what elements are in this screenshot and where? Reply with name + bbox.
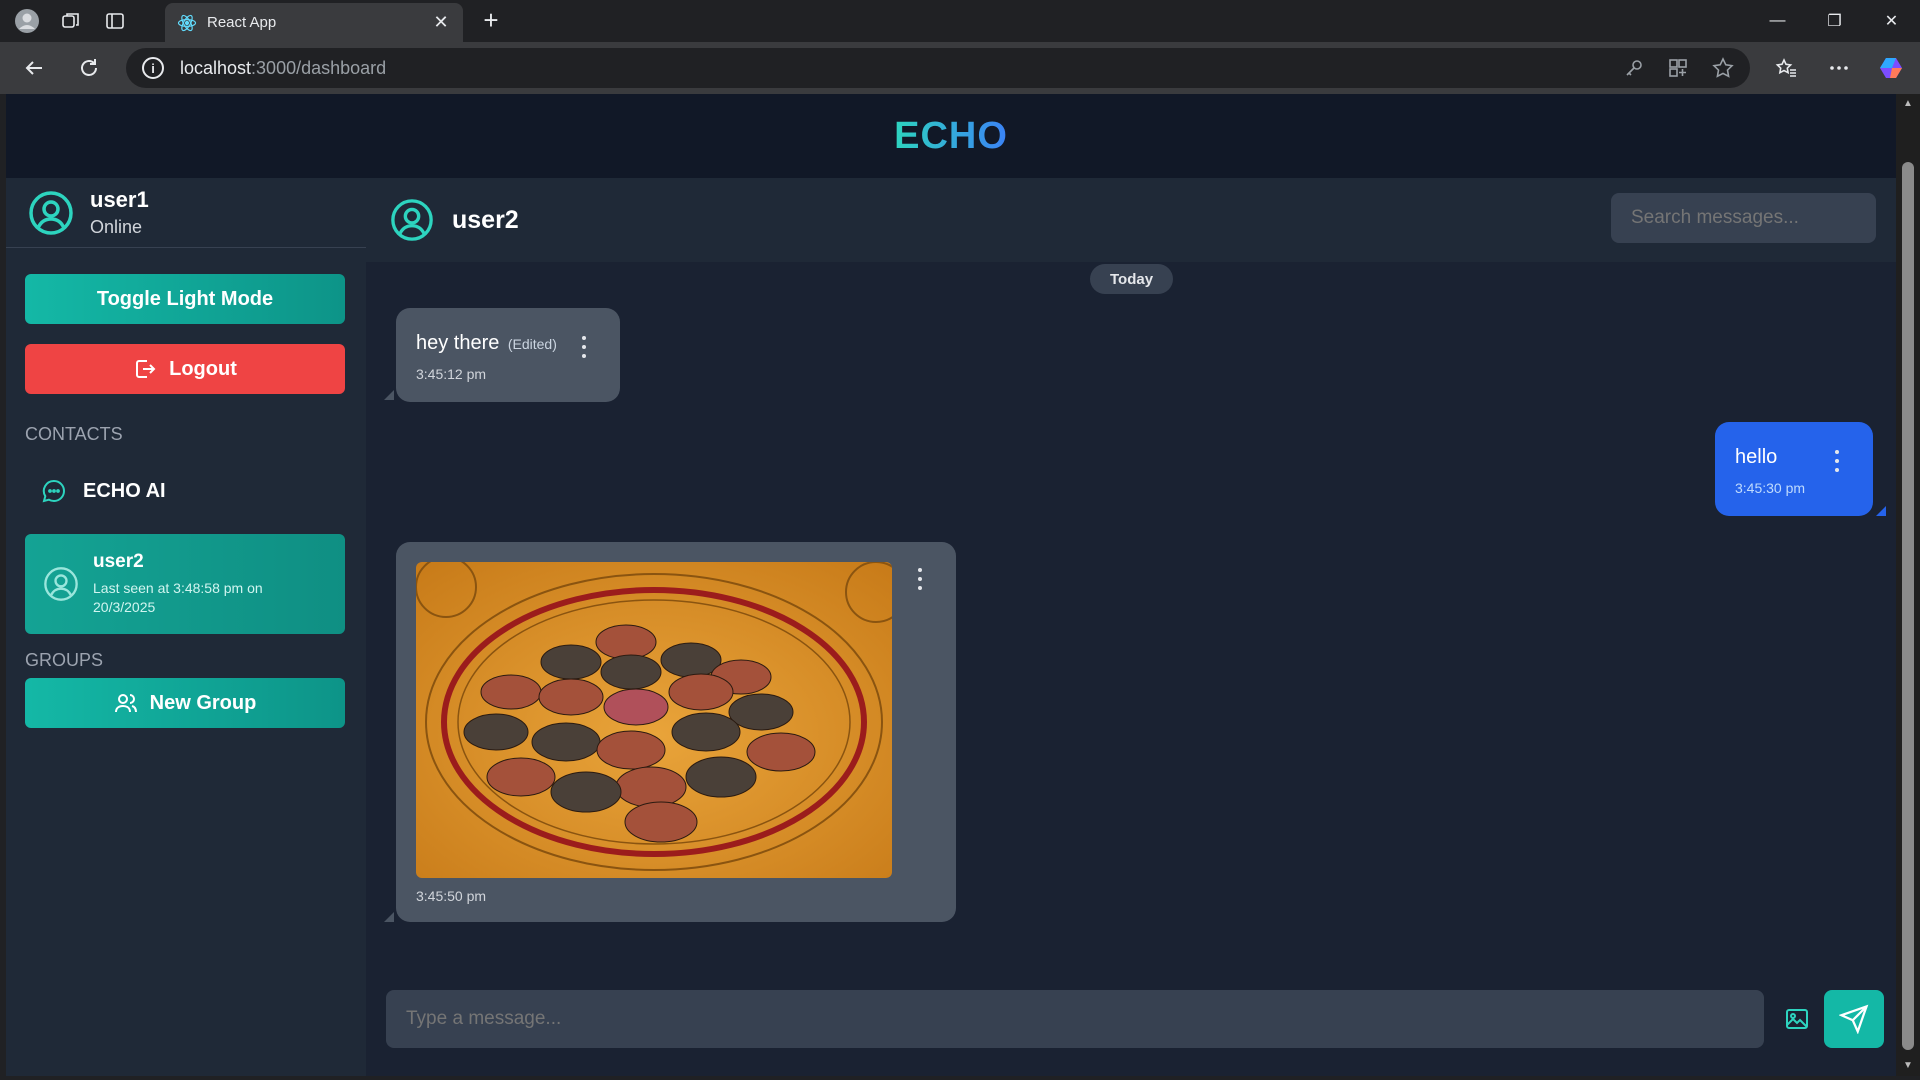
minimize-button[interactable]: — bbox=[1749, 0, 1806, 42]
restore-button[interactable]: ❐ bbox=[1806, 0, 1863, 42]
url-path: :3000/dashboard bbox=[251, 57, 387, 78]
contact-echo-ai[interactable]: ECHO AI bbox=[25, 464, 345, 518]
message-options-icon[interactable] bbox=[1834, 450, 1840, 472]
message-options-icon[interactable] bbox=[581, 336, 587, 358]
logout-icon bbox=[136, 360, 156, 378]
tab-close-icon[interactable]: ✕ bbox=[431, 12, 451, 33]
current-user-name: user1 bbox=[90, 187, 149, 212]
message-options-icon[interactable] bbox=[917, 568, 923, 590]
message-bubble-image[interactable]: 3:45:50 pm bbox=[396, 542, 956, 922]
tab-actions-icon[interactable] bbox=[100, 6, 130, 36]
message-time: 3:45:30 pm bbox=[1735, 480, 1806, 496]
more-menu-icon[interactable] bbox=[1823, 52, 1855, 84]
users-icon bbox=[114, 694, 137, 713]
scrollbar-thumb[interactable] bbox=[1902, 162, 1914, 1050]
message-input[interactable] bbox=[386, 990, 1764, 1048]
tab-title: React App bbox=[207, 14, 277, 31]
user-avatar-icon bbox=[29, 190, 73, 235]
app-install-icon[interactable] bbox=[1668, 58, 1688, 78]
date-divider: Today bbox=[1090, 264, 1174, 294]
toggle-light-mode-button[interactable]: Toggle Light Mode bbox=[25, 274, 345, 324]
groups-heading: GROUPS bbox=[25, 650, 104, 670]
logout-button[interactable]: Logout bbox=[25, 344, 345, 394]
key-icon[interactable] bbox=[1624, 58, 1644, 78]
browser-tab-bar: React App ✕ + — ❐ ✕ bbox=[0, 0, 1920, 42]
contact-avatar-icon bbox=[44, 567, 78, 601]
current-user-status: Online bbox=[90, 217, 143, 237]
bubble-tail bbox=[384, 390, 394, 400]
message-text: hello bbox=[1735, 446, 1778, 468]
sidebar: user1 Online Toggle Light Mode Logout CO… bbox=[6, 178, 366, 1076]
current-user-panel: user1 Online bbox=[6, 178, 366, 248]
toggle-light-mode-label: Toggle Light Mode bbox=[96, 287, 274, 310]
workspaces-icon[interactable] bbox=[56, 6, 86, 36]
message-bubble-incoming[interactable]: hey there (Edited) 3:45:12 pm bbox=[396, 308, 620, 402]
scroll-down-arrow-icon[interactable]: ▼ bbox=[1902, 1060, 1914, 1072]
send-icon bbox=[1839, 1004, 1869, 1034]
favorite-star-icon[interactable] bbox=[1712, 57, 1734, 79]
browser-tab[interactable]: React App ✕ bbox=[165, 3, 463, 42]
chat-contact-avatar-icon bbox=[391, 199, 433, 241]
contact-name: user2 bbox=[93, 551, 144, 572]
bubble-tail bbox=[384, 912, 394, 922]
browser-toolbar: i localhost :3000/dashboard bbox=[0, 42, 1920, 94]
react-logo-icon bbox=[177, 14, 197, 31]
url-host: localhost bbox=[180, 57, 252, 78]
app-page: ECHO user1 Online Toggle Light Mode Logo… bbox=[6, 94, 1896, 1076]
send-button[interactable] bbox=[1824, 990, 1884, 1048]
scroll-up-arrow-icon[interactable]: ▲ bbox=[1902, 98, 1914, 110]
message-time: 3:45:50 pm bbox=[416, 888, 487, 904]
page-scrollbar[interactable]: ▲ ▼ bbox=[1896, 94, 1920, 1076]
copilot-icon[interactable] bbox=[1876, 52, 1908, 84]
attach-image-icon[interactable] bbox=[1782, 1004, 1812, 1034]
logout-label: Logout bbox=[169, 357, 237, 380]
contacts-heading: CONTACTS bbox=[25, 424, 123, 444]
message-text: hey there bbox=[416, 332, 500, 354]
address-bar[interactable]: i localhost :3000/dashboard bbox=[126, 48, 1750, 88]
message-image[interactable] bbox=[416, 562, 892, 878]
edited-label: (Edited) bbox=[507, 336, 557, 352]
back-arrow-icon[interactable] bbox=[18, 52, 50, 84]
app-title: ECHO bbox=[894, 114, 1008, 157]
reload-icon[interactable] bbox=[73, 52, 105, 84]
contact-name: ECHO AI bbox=[83, 479, 166, 502]
new-group-label: New Group bbox=[149, 691, 257, 714]
profile-icon[interactable] bbox=[12, 6, 42, 36]
search-messages-input[interactable] bbox=[1611, 193, 1876, 243]
chat-contact-name: user2 bbox=[452, 205, 519, 234]
bubble-tail bbox=[1876, 506, 1886, 516]
favorites-icon[interactable] bbox=[1770, 52, 1802, 84]
new-group-button[interactable]: New Group bbox=[25, 678, 345, 728]
contact-last-seen: Last seen at 3:48:58 pm on 20/3/2025 bbox=[93, 580, 263, 615]
contact-user2[interactable]: user2 Last seen at 3:48:58 pm on 20/3/20… bbox=[25, 534, 345, 634]
new-tab-button[interactable]: + bbox=[476, 6, 506, 36]
message-time: 3:45:12 pm bbox=[416, 366, 487, 382]
chat-bubble-icon bbox=[42, 479, 65, 503]
message-bubble-outgoing[interactable]: hello 3:45:30 pm bbox=[1715, 422, 1873, 516]
close-window-button[interactable]: ✕ bbox=[1863, 0, 1920, 42]
app-header: ECHO bbox=[6, 94, 1896, 178]
site-info-icon[interactable]: i bbox=[142, 57, 164, 79]
chat-panel: user2 Today hey there (Edited) 3:45:12 p… bbox=[366, 178, 1896, 1076]
